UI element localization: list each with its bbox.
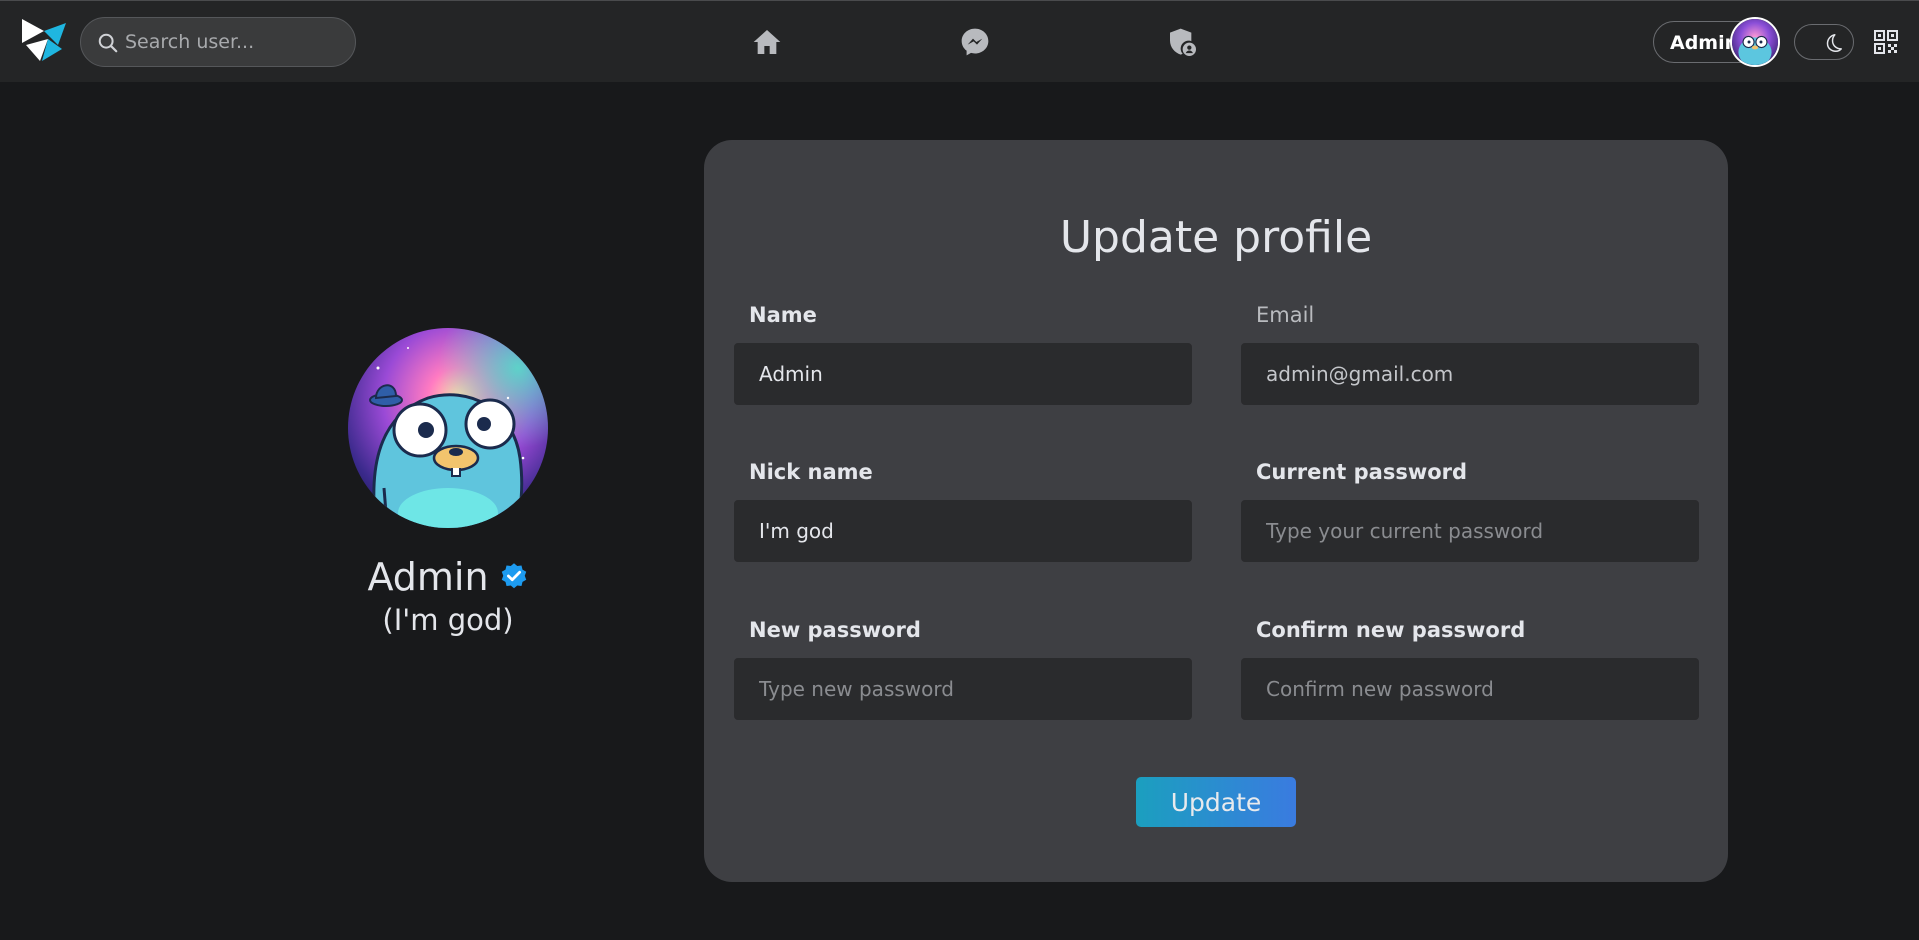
card-title: Update profile [1059,212,1373,263]
messenger-nav-button[interactable] [958,25,992,59]
qr-code-icon[interactable] [1874,30,1898,54]
new-password-input[interactable] [734,658,1192,720]
profile-name: Admin [367,555,489,599]
user-avatar [1730,17,1780,67]
email-input [1241,343,1699,405]
profile-nickname: (I'm god) [382,603,514,637]
confirm-password-label: Confirm new password [1256,618,1526,642]
nickname-field-group: Nick name [734,460,1192,562]
email-field-group: Email [1241,303,1699,405]
name-label: Name [749,303,817,327]
moon-icon [1826,34,1842,52]
user-name-label: Admin [1670,32,1739,54]
confirm-password-field-group: Confirm new password [1241,618,1699,720]
current-password-input[interactable] [1241,500,1699,562]
nickname-label: Nick name [749,460,873,484]
confirm-password-input[interactable] [1241,658,1699,720]
profile-avatar[interactable] [348,328,548,528]
shield-user-icon [1170,28,1196,56]
profile-name-row: Admin [348,552,548,602]
verified-badge-icon [501,563,526,589]
update-button[interactable]: Update [1136,777,1296,827]
messenger-icon [961,28,989,56]
new-password-field-group: New password [734,618,1192,720]
search-input[interactable] [125,18,345,66]
email-label: Email [1256,303,1315,327]
search-icon [98,33,118,53]
current-password-field-group: Current password [1241,460,1699,562]
security-nav-button[interactable] [1165,25,1199,59]
new-password-label: New password [749,618,921,642]
logo-icon[interactable] [18,15,70,65]
home-nav-button[interactable] [750,25,784,59]
user-menu-button[interactable]: Admin [1653,17,1780,67]
current-password-label: Current password [1256,460,1468,484]
search-box[interactable] [80,17,356,67]
top-navbar: Admin [0,0,1919,82]
home-icon [753,30,781,54]
theme-toggle[interactable] [1794,24,1854,60]
update-profile-card: Update profile Name Email Nick name Curr… [704,140,1728,882]
nickname-input[interactable] [734,500,1192,562]
name-field-group: Name [734,303,1192,405]
name-input[interactable] [734,343,1192,405]
